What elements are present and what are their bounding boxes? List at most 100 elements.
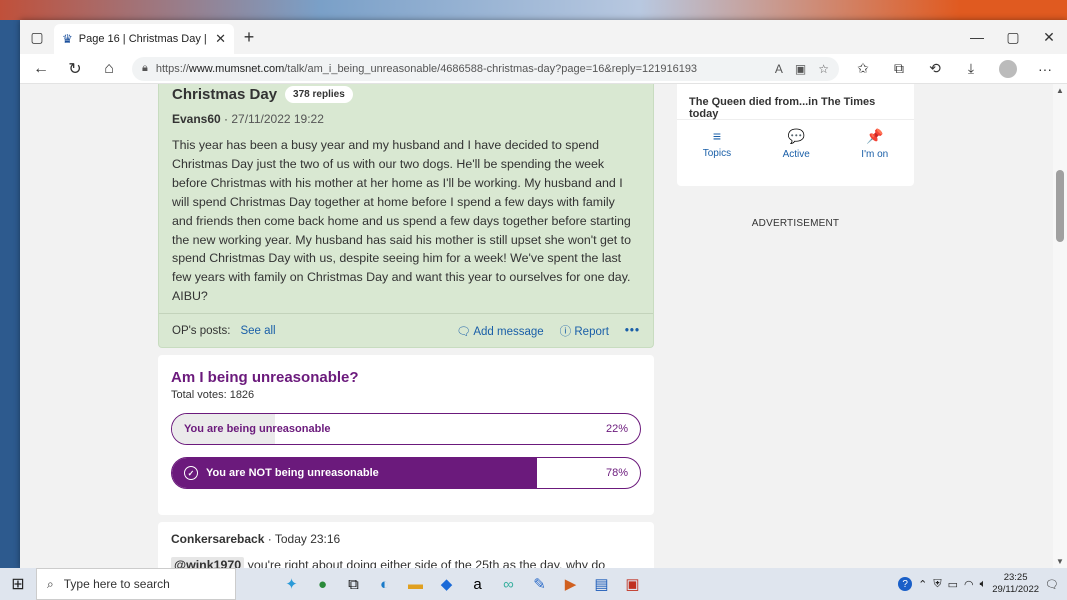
favorite-star-icon[interactable]: ☆ [818,62,829,76]
scroll-down-icon[interactable]: ▼ [1056,557,1064,566]
page-scrollbar[interactable]: ▲ ▼ [1053,84,1067,568]
scrollbar-thumb[interactable] [1056,170,1064,242]
post-footer: OP's posts: See all 🗨︎ Add message ⓘ Rep… [159,313,653,347]
original-post: Christmas Day 378 replies Evans60 · 27/1… [158,84,654,348]
browser-tab[interactable]: ♛ Page 16 | Christmas Day | Mumsn ✕ [54,24,234,54]
chevron-up-icon[interactable]: ⌃ [918,578,927,591]
taskbar-clock[interactable]: 23:25 29/11/2022 [992,572,1039,596]
url-text: https://www.mumsnet.com/talk/am_i_being_… [156,63,697,75]
thread-title: Christmas Day [172,85,278,103]
maximize-icon[interactable]: ▢ [995,20,1031,54]
desktop-icons-strip [0,20,20,568]
screen-capture-icon[interactable]: ▣ [617,568,648,600]
reply-separator: · [264,532,275,546]
mention-link[interactable]: @wink1970 [171,557,245,568]
immersive-reader-icon[interactable]: ▣ [795,62,806,76]
history-icon[interactable]: ⟲ [919,60,951,77]
post-author[interactable]: Evans60 [172,112,221,126]
reply-author-line: Conkersareback · Today 23:16 [171,532,641,546]
downloads-icon[interactable]: ⤓ [955,60,987,77]
media-player-icon[interactable]: ▶ [555,568,586,600]
widgets-icon[interactable]: ✦ [276,568,307,600]
poll-option-percent: 78% [605,467,628,479]
tab-title: Page 16 | Christmas Day | Mumsn [78,33,209,45]
post-author-line: Evans60 · 27/11/2022 19:22 [172,112,640,126]
sidebar-item-active[interactable]: 💬 Active [783,128,810,160]
post-date: 27/11/2022 19:22 [231,112,324,126]
defender-icon[interactable]: ⛨ [933,578,941,591]
chat-icon: 💬 [787,128,805,144]
url-path: /talk/am_i_being_unreasonable/4686588-ch… [284,62,698,75]
poll-total-votes: Total votes: 1826 [171,389,255,401]
refresh-icon[interactable]: ↻ [60,56,90,82]
search-icon: ⌕ [47,576,54,591]
sidebar-item-topics[interactable]: ≡ Topics [703,128,731,160]
add-message-button[interactable]: 🗨︎ Add message [456,324,544,338]
poll-option-not-unreasonable[interactable]: ✓ You are NOT being unreasonable 78% [171,457,641,489]
back-icon[interactable]: ← [26,56,56,82]
taskbar-apps: ✦ ● ⧉ ◐ ▬ ◆ a ∞ ✎ ▶ ▤ ▣ [276,568,648,600]
windows-start-icon[interactable]: ⊞ [0,574,36,594]
window-controls: — ▢ ✕ [959,20,1067,54]
web-page: Christmas Day 378 replies Evans60 · 27/1… [20,84,1053,568]
poll-option-label: You are NOT being unreasonable [206,467,379,479]
url-prefix: https:// [155,62,189,75]
report-button[interactable]: ⓘ Report [560,323,609,339]
close-tab-icon[interactable]: ✕ [215,31,226,47]
poll-question: Am I being unreasonable? [171,369,359,386]
paint-icon[interactable]: ✎ [524,568,555,600]
favorites-icon[interactable]: ✩ [847,60,879,77]
poll-option-unreasonable[interactable]: You are being unreasonable 22% [171,413,641,445]
thread-title-row: Christmas Day 378 replies [172,84,640,106]
tab-bar: ▢ ♛ Page 16 | Christmas Day | Mumsn ✕ + … [20,20,1067,54]
volume-icon[interactable]: 🔈︎ [980,578,987,591]
profile-avatar[interactable] [999,59,1017,78]
settings-more-icon[interactable]: ··· [1029,61,1061,77]
tab-actions-icon[interactable]: ▢ [20,20,54,54]
file-explorer-icon[interactable]: ▬ [400,568,431,600]
task-view-icon[interactable]: ⧉ [338,568,369,600]
new-tab-icon[interactable]: + [234,27,264,48]
add-message-label: Add message [473,325,544,338]
infinity-icon[interactable]: ∞ [493,568,524,600]
minimize-icon[interactable]: — [959,20,995,54]
url-field[interactable]: 🔒︎ https://www.mumsnet.com/talk/am_i_bei… [132,56,839,81]
search-placeholder: Type here to search [63,577,170,591]
dropbox-icon[interactable]: ◆ [431,568,462,600]
sidebar-item-label: I'm on [861,149,889,160]
read-aloud-icon[interactable]: A [775,62,783,76]
clock-time: 23:25 [1003,572,1028,583]
reply-text: you're right about doing either side of … [244,558,606,568]
edge-icon[interactable]: ◐ [369,568,400,600]
system-tray: ? ⌃ ⛨ ▭ ◠ 🔈︎ 23:25 29/11/2022 🗨︎ [898,572,1067,596]
collections-icon[interactable]: ⧉ [883,60,915,77]
see-all-link[interactable]: See all [240,325,275,337]
close-window-icon[interactable]: ✕ [1031,20,1067,54]
amazon-icon[interactable]: a [462,568,493,600]
sidebar-headline[interactable]: The Queen died from...in The Times today [677,84,914,120]
clock-date: 29/11/2022 [992,584,1040,595]
globe-icon[interactable]: ● [307,568,338,600]
sidebar-card: The Queen died from...in The Times today… [677,84,914,186]
reply-author[interactable]: Conkersareback [171,532,264,546]
sidebar-item-im-on[interactable]: 📌 I'm on [861,128,888,160]
wifi-icon[interactable]: ◠ [964,578,974,591]
post-body: This year has been a busy year and my hu… [172,138,631,304]
post-actions: 🗨︎ Add message ⓘ Report ••• [456,323,640,339]
home-icon[interactable]: ⌂ [94,56,124,82]
scroll-up-icon[interactable]: ▲ [1056,86,1064,95]
url-host: www.mumsnet.com [188,62,285,75]
taskbar: ⊞ ⌕ Type here to search ✦ ● ⧉ ◐ ▬ ◆ a ∞ … [0,568,1067,600]
more-options-icon[interactable]: ••• [625,325,640,337]
notifications-icon[interactable]: 🗨︎ [1045,578,1059,591]
ops-posts-label: OP's posts: [172,324,231,337]
speech-bubble-icon: 🗨︎ [456,325,474,338]
taskbar-search[interactable]: ⌕ Type here to search [36,568,236,600]
list-icon: ≡ [712,128,721,144]
poll-option-percent: 22% [605,423,628,435]
document-app-icon[interactable]: ▤ [586,568,617,600]
help-icon[interactable]: ? [898,577,913,591]
reply-date: Today 23:16 [274,532,341,546]
battery-icon[interactable]: ▭ [948,578,958,591]
poll-option-label-row: ✓ You are NOT being unreasonable [184,466,379,480]
